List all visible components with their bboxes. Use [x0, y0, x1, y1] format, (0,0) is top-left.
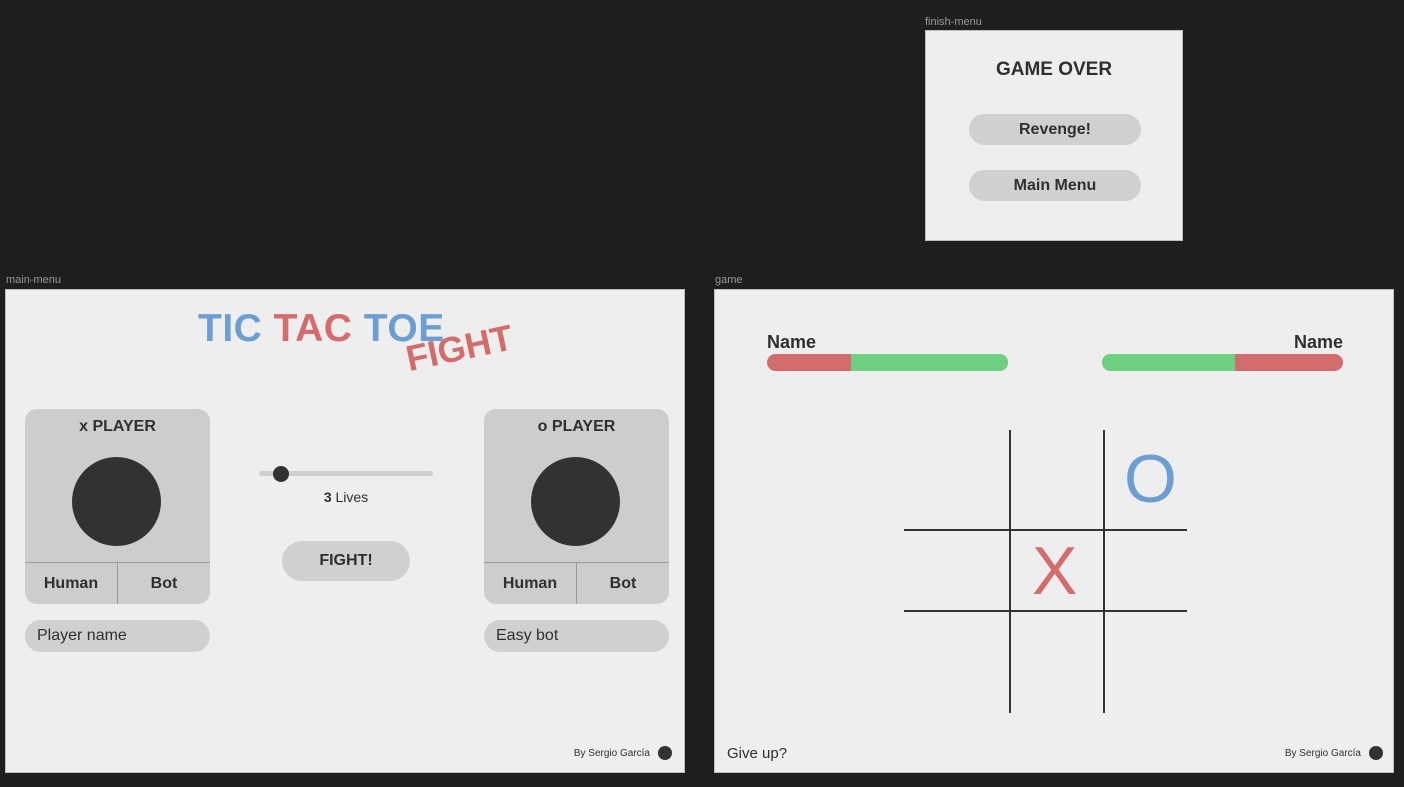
- lives-count: 3: [323, 489, 332, 505]
- give-up-button[interactable]: Give up?: [727, 745, 787, 762]
- finish-menu-frame-label: finish-menu: [925, 16, 982, 28]
- github-icon[interactable]: [658, 746, 672, 760]
- board-cell-7[interactable]: [1016, 620, 1096, 700]
- game-frame: Name Name OX Give up? By Sergio García: [714, 289, 1394, 773]
- main-menu-button[interactable]: Main Menu: [969, 170, 1141, 201]
- o-player-human-option[interactable]: Human: [484, 563, 577, 604]
- logo-tac: TAC: [273, 307, 353, 350]
- player1-health-fill: [851, 354, 1008, 371]
- player2-health-fill: [1102, 354, 1235, 371]
- x-player-bot-option[interactable]: Bot: [118, 563, 210, 604]
- lives-text: Lives: [335, 489, 369, 505]
- player2-name: Name: [1293, 332, 1343, 352]
- revenge-button[interactable]: Revenge!: [969, 114, 1141, 145]
- o-player-bot-option[interactable]: Bot: [577, 563, 669, 604]
- finish-menu-frame: GAME OVER Revenge! Main Menu: [925, 30, 1183, 241]
- player2-health-bar: [1102, 354, 1343, 371]
- o-player-name-input[interactable]: Easy bot: [484, 620, 669, 652]
- o-player-card: o PLAYER Human Bot: [484, 409, 669, 604]
- x-player-name-input[interactable]: Player name: [25, 620, 210, 652]
- x-player-human-option[interactable]: Human: [25, 563, 118, 604]
- board-cell-0[interactable]: [916, 440, 996, 520]
- o-player-avatar[interactable]: [531, 457, 620, 546]
- board-vline-2: [1103, 430, 1105, 713]
- player1-name: Name: [767, 332, 817, 352]
- board-cell-3[interactable]: [916, 532, 996, 612]
- game-frame-label: game: [715, 274, 743, 286]
- main-menu-frame: TIC TAC TOE FIGHT x PLAYER Human Bot Pla…: [5, 289, 685, 773]
- x-player-title: x PLAYER: [79, 418, 156, 435]
- github-icon[interactable]: [1369, 746, 1383, 760]
- main-menu-frame-label: main-menu: [6, 274, 62, 286]
- x-player-card: x PLAYER Human Bot: [25, 409, 210, 604]
- board-hline-1: [904, 529, 1187, 531]
- game-over-title: GAME OVER: [995, 59, 1113, 80]
- board-cell-8[interactable]: [1108, 620, 1188, 700]
- x-mark: X: [1032, 533, 1078, 609]
- board-cell-5[interactable]: [1108, 532, 1188, 612]
- player1-health-bar: [767, 354, 1008, 371]
- fight-button[interactable]: FIGHT!: [282, 541, 410, 581]
- board-vline-1: [1009, 430, 1011, 713]
- lives-label: 3 Lives: [259, 489, 433, 505]
- logo-tic: TIC: [198, 307, 263, 350]
- o-mark: O: [1124, 441, 1177, 517]
- credit: By Sergio García: [574, 746, 672, 760]
- x-player-avatar[interactable]: [72, 457, 161, 546]
- board-cell-6[interactable]: [916, 620, 996, 700]
- board-cell-1[interactable]: [1016, 440, 1096, 520]
- x-player-type-toggle: Human Bot: [25, 562, 210, 604]
- credit-text: By Sergio García: [1284, 747, 1361, 759]
- credit: By Sergio García: [1285, 746, 1383, 760]
- lives-slider-thumb[interactable]: [273, 466, 289, 482]
- credit-text: By Sergio García: [573, 747, 650, 759]
- o-player-title: o PLAYER: [537, 418, 616, 435]
- o-player-type-toggle: Human Bot: [484, 562, 669, 604]
